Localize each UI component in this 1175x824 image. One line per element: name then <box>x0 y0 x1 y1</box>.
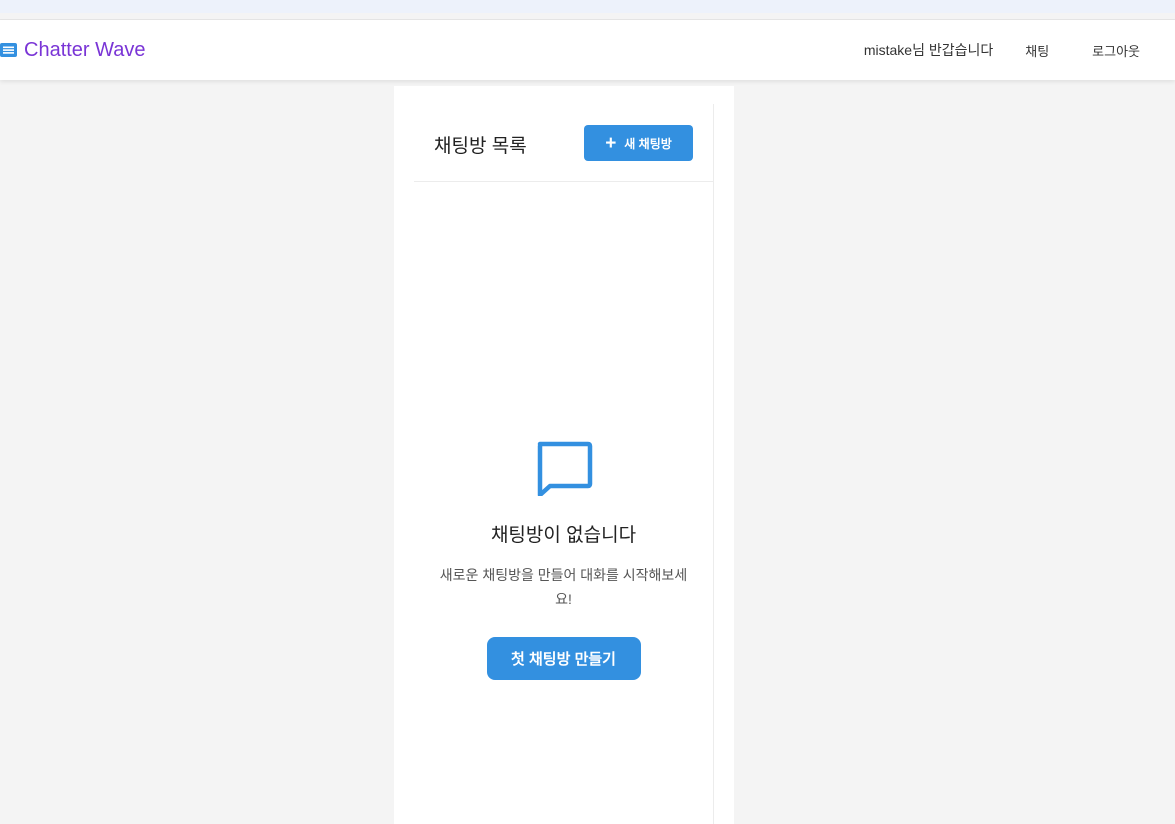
room-list-header: 채팅방 목록 + 새 채팅방 <box>414 104 713 182</box>
nav-link-logout[interactable]: 로그아웃 <box>1092 41 1140 60</box>
plus-icon: + <box>605 132 617 154</box>
nav-right-group: mistake님 반갑습니다 채팅 로그아웃 <box>864 20 1140 80</box>
user-greeting: mistake님 반갑습니다 <box>863 42 994 58</box>
room-list-panel: 채팅방 목록 + 새 채팅방 채팅방이 없습니다 새로운 채팅방을 만들어 대화… <box>394 86 734 824</box>
empty-state-description: 새로운 채팅방을 만들어 대화를 시작해보세요! <box>439 567 688 607</box>
empty-state-title: 채팅방이 없습니다 <box>490 525 637 546</box>
nav-link-chat[interactable]: 채팅 <box>1025 41 1049 60</box>
brand-link[interactable]: Chatter Wave <box>0 20 146 80</box>
new-room-button-label: 새 채팅방 <box>624 136 672 151</box>
chat-bubble-icon <box>537 441 592 496</box>
new-room-button[interactable]: + 새 채팅방 <box>584 125 693 161</box>
create-first-room-button[interactable]: 첫 채팅방 만들기 <box>486 637 641 680</box>
browser-top-strip <box>0 0 1175 13</box>
room-list-title: 채팅방 목록 <box>434 136 527 157</box>
empty-state: 채팅방이 없습니다 새로운 채팅방을 만들어 대화를 시작해보세요! 첫 채팅방… <box>414 440 713 680</box>
top-navbar: Chatter Wave mistake님 반갑습니다 채팅 로그아웃 <box>0 20 1175 80</box>
list-icon <box>0 43 17 57</box>
room-list-container: 채팅방 목록 + 새 채팅방 채팅방이 없습니다 새로운 채팅방을 만들어 대화… <box>414 104 714 824</box>
brand-name: Chatter Wave <box>24 38 146 61</box>
